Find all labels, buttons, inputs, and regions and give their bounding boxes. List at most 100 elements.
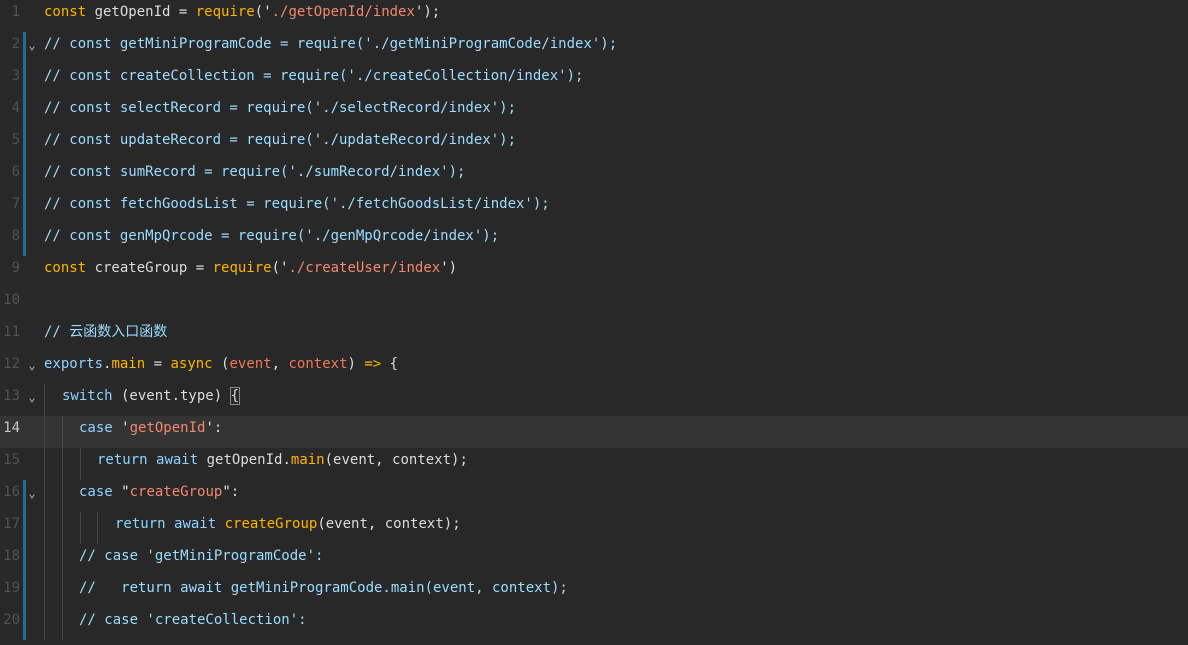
code-line[interactable]: 10	[0, 288, 1188, 320]
code-token: )	[448, 260, 458, 276]
code-editor[interactable]: 1 const getOpenId = require('./getOpenId…	[0, 0, 1188, 645]
code-line[interactable]: 19 // return await getMiniProgramCode.ma…	[0, 576, 1188, 608]
line-number: 3	[11, 68, 20, 84]
code-line[interactable]: 7 // const fetchGoodsList = require('./f…	[0, 192, 1188, 224]
code-line[interactable]: 16 ⌄ case "createGroup":	[0, 480, 1188, 512]
modified-line-marker	[23, 512, 26, 544]
line-code[interactable]: // const sumRecord = require('./sumRecor…	[44, 160, 465, 192]
line-code[interactable]: // const getMiniProgramCode = require('.…	[44, 32, 617, 64]
line-code[interactable]: switch (event.type) {	[62, 384, 241, 416]
line-code[interactable]: const createGroup = require('./createUse…	[44, 256, 457, 288]
code-token: const	[44, 4, 95, 20]
code-token: :	[213, 420, 223, 436]
fold-chevron-icon[interactable]: ⌄	[25, 486, 39, 500]
matched-brace: {	[229, 387, 241, 405]
fold-chevron-icon[interactable]: ⌄	[25, 358, 39, 372]
indent-guide	[62, 416, 63, 448]
line-number: 20	[3, 612, 20, 628]
code-token: // const selectRecord = require('./selec…	[44, 100, 517, 116]
modified-line-marker	[23, 96, 26, 128]
code-token: main	[111, 356, 146, 372]
code-line[interactable]: 5 // const updateRecord = require('./upd…	[0, 128, 1188, 160]
code-line[interactable]: 13 ⌄ switch (event.type) {	[0, 384, 1188, 416]
line-code[interactable]: return await createGroup(event, context)…	[115, 512, 461, 544]
line-number: 1	[11, 4, 20, 20]
code-line[interactable]: 4 // const selectRecord = require('./sel…	[0, 96, 1188, 128]
indent-guide	[44, 384, 45, 416]
code-line[interactable]: 6 // const sumRecord = require('./sumRec…	[0, 160, 1188, 192]
code-line[interactable]: 9 const createGroup = require('./createU…	[0, 256, 1188, 288]
line-code[interactable]: // const updateRecord = require('./updat…	[44, 128, 516, 160]
line-code[interactable]: // const selectRecord = require('./selec…	[44, 96, 516, 128]
line-code[interactable]: // case 'createCollection':	[79, 608, 307, 640]
fold-chevron-icon[interactable]: ⌄	[25, 38, 39, 52]
line-code[interactable]: exports.main = async (event, context) =>…	[44, 352, 398, 384]
line-code[interactable]: return await getOpenId.main(event, conte…	[97, 448, 468, 480]
line-code[interactable]: // const createCollection = require('./c…	[44, 64, 583, 96]
line-number: 4	[11, 100, 20, 116]
code-token: // const updateRecord = require('./updat…	[44, 132, 517, 148]
code-token: require	[195, 4, 255, 20]
indent-guide	[62, 480, 63, 512]
code-line[interactable]: 1 const getOpenId = require('./getOpenId…	[0, 0, 1188, 32]
line-number: 10	[3, 292, 20, 308]
code-line[interactable]: 15 return await getOpenId.main(event, co…	[0, 448, 1188, 480]
code-line[interactable]: 8 // const genMpQrcode = require('./genM…	[0, 224, 1188, 256]
code-token: // return await getMiniProgramCode.main(…	[79, 580, 568, 596]
line-code[interactable]: // case 'getMiniProgramCode':	[79, 544, 323, 576]
line-code[interactable]: case 'getOpenId':	[79, 416, 222, 448]
code-token: =>	[364, 356, 382, 372]
code-token: case	[79, 420, 113, 436]
code-token: // case 'getMiniProgramCode':	[79, 548, 324, 564]
line-code[interactable]: // return await getMiniProgramCode.main(…	[79, 576, 568, 608]
line-number: 17	[3, 516, 20, 532]
code-line[interactable]: 17 return await createGroup(event, conte…	[0, 512, 1188, 544]
modified-line-marker	[23, 608, 26, 640]
code-token: createGroup	[94, 260, 188, 276]
indent-guide	[44, 416, 45, 448]
code-token: '	[263, 4, 272, 20]
indent-guide	[44, 512, 45, 544]
modified-line-marker	[23, 224, 26, 256]
modified-line-marker	[23, 160, 26, 192]
line-code[interactable]: // 云函数入口函数	[44, 320, 167, 352]
indent-guide	[44, 544, 45, 576]
line-number: 18	[3, 548, 20, 564]
code-line[interactable]: 11 // 云函数入口函数	[0, 320, 1188, 352]
code-token: // case 'createCollection':	[79, 612, 307, 628]
code-token: '	[205, 420, 214, 436]
code-token: // const sumRecord = require('./sumRecor…	[44, 164, 466, 180]
code-token: // const fetchGoodsList = require('./fet…	[44, 196, 550, 212]
fold-chevron-icon[interactable]: ⌄	[25, 390, 39, 404]
code-token: await	[156, 452, 199, 468]
code-line[interactable]: 3 // const createCollection = require('.…	[0, 64, 1188, 96]
indent-guide	[62, 544, 63, 576]
code-token: case	[79, 484, 113, 500]
code-token: '	[440, 260, 449, 276]
code-token: );	[423, 4, 441, 20]
code-token: // const createCollection = require('./c…	[44, 68, 584, 84]
line-code[interactable]: // const fetchGoodsList = require('./fet…	[44, 192, 550, 224]
code-token: switch	[62, 388, 113, 404]
line-number: 13	[3, 388, 20, 404]
indent-guide	[80, 512, 81, 544]
code-token: // 云函数入口函数	[44, 324, 168, 340]
code-line[interactable]: 20 // case 'createCollection':	[0, 608, 1188, 640]
line-number: 15	[3, 452, 20, 468]
line-code[interactable]: // const genMpQrcode = require('./genMpQ…	[44, 224, 499, 256]
code-token: getOpenId	[129, 420, 206, 436]
code-token: context	[288, 356, 348, 372]
code-line[interactable]: 12 ⌄ exports.main = async (event, contex…	[0, 352, 1188, 384]
code-token: :	[230, 484, 240, 500]
line-code[interactable]: const getOpenId = require('./getOpenId/i…	[44, 0, 440, 32]
code-line[interactable]: 18 // case 'getMiniProgramCode':	[0, 544, 1188, 576]
code-line[interactable]: 2 ⌄ // const getMiniProgramCode = requir…	[0, 32, 1188, 64]
line-code[interactable]: case "createGroup":	[79, 480, 239, 512]
code-token: return	[97, 452, 148, 468]
current-code-line[interactable]: 14 case 'getOpenId':	[0, 416, 1188, 448]
indent-guide	[62, 512, 63, 544]
